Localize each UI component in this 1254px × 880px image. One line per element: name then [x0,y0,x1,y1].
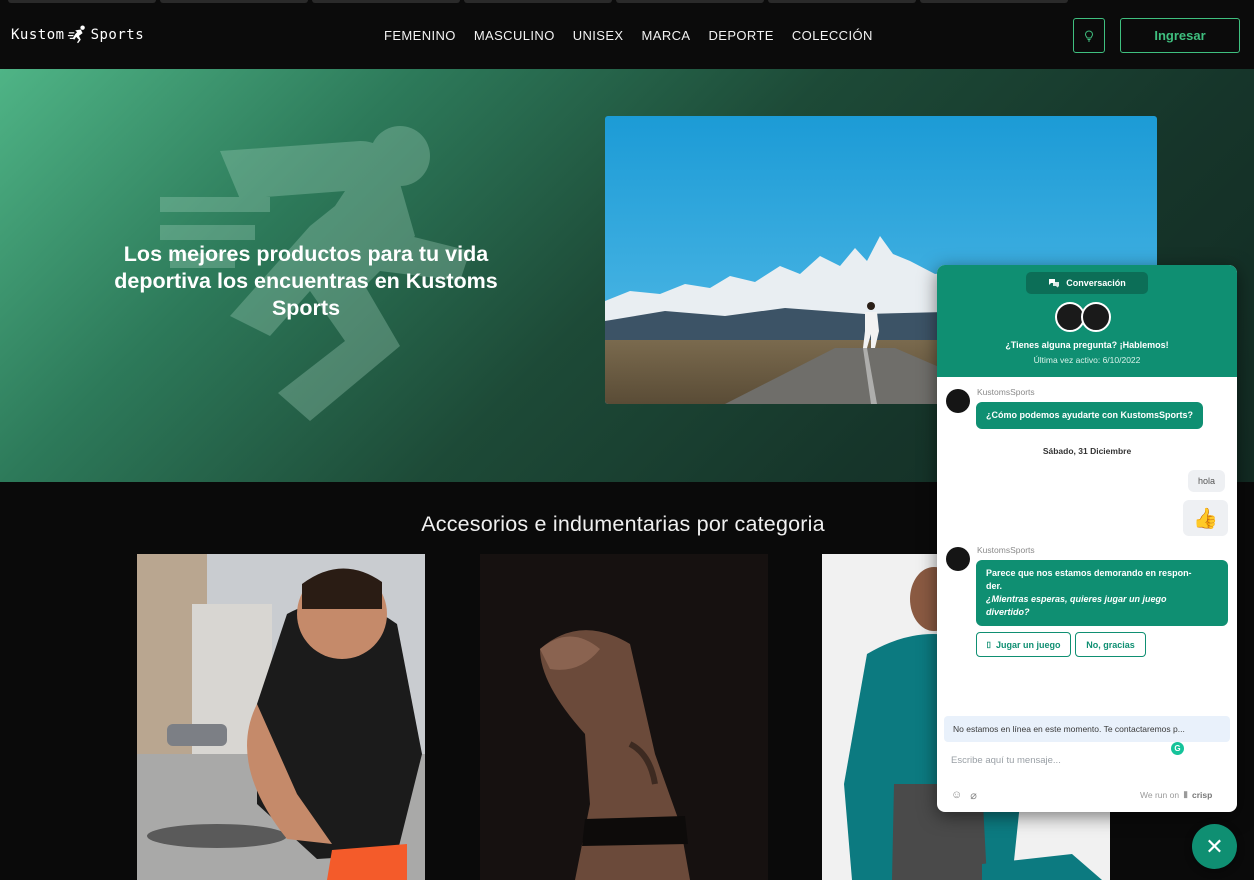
operator-avatars [1055,302,1111,332]
top-navbar: Kustom Sports FEMENINO MASCULINO UNISEX … [0,0,1254,69]
no-thanks-button[interactable]: No, gracias [1075,632,1146,657]
attachment-icon[interactable]: ⌀ [970,789,977,802]
category-card-women[interactable] [480,554,768,880]
offline-notice: No estamos en línea en este momento. Te … [944,716,1230,742]
delay-text: Parece que nos estamos demorando en resp… [986,568,1192,578]
theme-toggle-button[interactable] [1073,18,1105,53]
nav-unisex[interactable]: UNISEX [573,28,624,43]
chat-message-input[interactable] [951,752,1171,768]
play-game-label: Jugar un juego [995,639,1061,650]
crisp-branding[interactable]: We run on ▮ crisp [1140,789,1212,800]
page: Kustom Sports FEMENINO MASCULINO UNISEX … [0,0,1254,880]
chat-header-pill-label: Conversación [1066,278,1126,288]
operator-avatar [946,389,970,413]
login-button[interactable]: Ingresar [1120,18,1240,53]
operator-delay-message: Parece que nos estamos demorando en resp… [976,560,1228,626]
delay-text: der. [986,581,1003,591]
operator-avatar [946,547,970,571]
powered-prefix: We run on [1140,789,1180,800]
chat-widget: Conversación ¿Tienes alguna pregunta? ¡H… [937,265,1237,812]
woman-stretching-image [480,554,768,880]
delay-question: divertido? [986,607,1030,617]
hero-title: Los mejores productos para tu vida depor… [114,242,498,320]
user-thumbs-up-message: 👍 [1183,500,1228,536]
close-icon: ✕ [1205,833,1224,859]
crisp-logo-icon: ▮ [1183,789,1189,799]
play-game-button[interactable]: ▯ Jugar un juego [976,632,1071,657]
brand-logo[interactable]: Kustom Sports [11,24,144,46]
delay-question: ¿Mientras esperas, quieres jugar un jueg… [986,594,1167,604]
lightbulb-icon [1084,29,1094,41]
logo-text-right: Sports [90,27,145,43]
chat-close-button[interactable]: ✕ [1192,824,1237,869]
chat-header: Conversación ¿Tienes alguna pregunta? ¡H… [937,265,1237,377]
grammarly-icon[interactable]: G [1171,742,1184,755]
category-card-men[interactable] [137,554,425,880]
main-nav: FEMENINO MASCULINO UNISEX MARCA DEPORTE … [384,28,873,43]
chat-conversation-pill[interactable]: Conversación [1026,272,1148,294]
operator-name: KustomsSports [977,387,1035,397]
chat-last-seen: Última vez activo: 6/10/2022 [1033,355,1141,365]
nav-deporte[interactable]: DEPORTE [708,28,773,43]
running-figure-icon [67,25,85,44]
nav-marca[interactable]: MARCA [642,28,691,43]
game-icon: ▯ [986,640,991,649]
runner-tying-shoe-image [137,554,425,880]
user-message: hola [1188,470,1226,492]
chat-headline: ¿Tienes alguna pregunta? ¡Hablemos! [1005,340,1169,350]
operator-name: KustomsSports [977,545,1035,555]
emoji-icon[interactable]: ☺ [951,789,962,802]
nav-coleccion[interactable]: COLECCIÓN [792,28,873,43]
nav-masculino[interactable]: MASCULINO [474,28,555,43]
chat-tools: ☺ ⌀ [951,789,977,802]
date-separator: Sábado, 31 Diciembre [1042,446,1132,456]
chat-bubbles-icon [1049,279,1060,288]
browser-tab-strip [0,0,1254,3]
nav-femenino[interactable]: FEMENINO [384,28,456,43]
logo-text-left: Kustom [11,27,65,43]
powered-brand: crisp [1192,789,1213,800]
avatar [1081,302,1111,332]
operator-welcome-message: ¿Cómo podemos ayudarte con KustomsSports… [976,402,1204,429]
